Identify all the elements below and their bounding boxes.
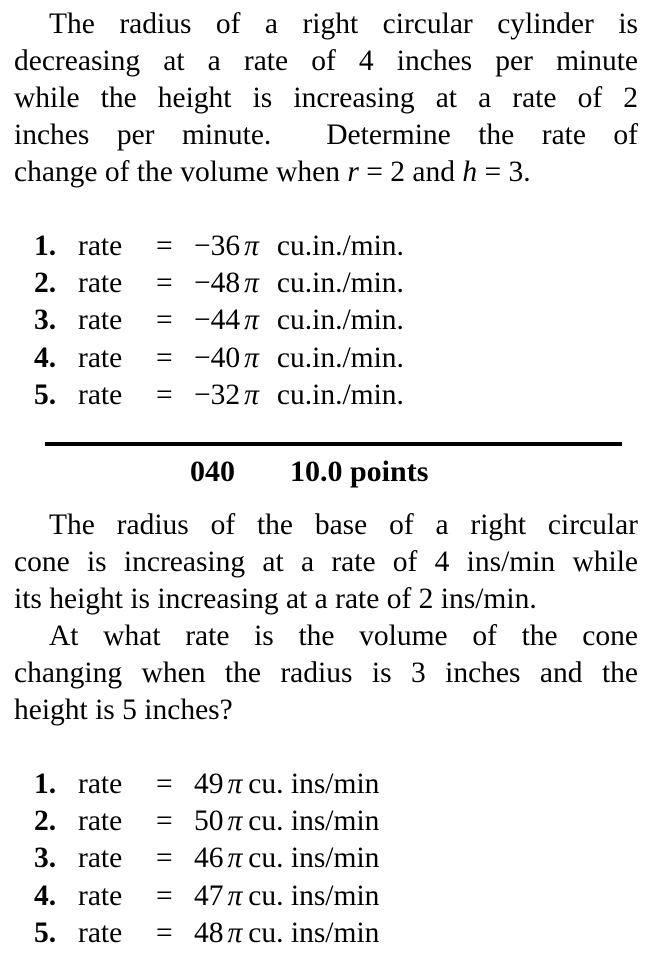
choice-item[interactable]: 2. rate = −48 π cu.in./min. [34, 265, 404, 302]
problem-b-line: The radius of the base of a right circul… [49, 509, 638, 541]
choice-label: rate [78, 842, 123, 875]
pi-symbol: π [244, 304, 259, 337]
choice-item[interactable]: 5. rate = 48 π cu. ins/min [34, 915, 379, 952]
equals-sign: = [156, 768, 173, 800]
problem-b-choices: 1. rate = 49 π cu. ins/min 2. rate = 50 … [34, 766, 379, 952]
problem-a-last-prefix: change of the volume when [14, 156, 348, 188]
equals-sign: = [156, 341, 173, 374]
choice-value: −44 [194, 304, 241, 337]
choice-label: rate [78, 230, 123, 262]
choice-label: rate [78, 304, 123, 337]
choice-unit: cu.in./min. [276, 304, 404, 337]
problem-a-line: change of the volume when r = 2 and h = … [14, 154, 638, 191]
choice-label: rate [78, 805, 123, 838]
choice-unit: cu.in./min. [276, 378, 404, 411]
choice-item[interactable]: 5. rate = −32 π cu.in./min. [34, 377, 404, 414]
pi-symbol: π [227, 916, 243, 949]
pi-symbol: π [227, 768, 243, 800]
choice-unit: cu.in./min. [276, 341, 404, 374]
choice-item[interactable]: 3. rate = 46 π cu. ins/min [34, 840, 379, 877]
choice-label: rate [78, 768, 123, 800]
choice-value: 46 [194, 842, 224, 875]
choice-number: 2. [34, 805, 57, 838]
choice-number: 3. [34, 304, 57, 337]
choice-number: 4. [34, 879, 57, 912]
choice-item[interactable]: 3. rate = −44 π cu.in./min. [34, 302, 404, 339]
choice-value: −48 [194, 267, 241, 300]
choice-item[interactable]: 4. rate = −40 π cu.in./min. [34, 340, 404, 377]
problem-a-line: inches per minute. Determine the rate of [14, 119, 638, 151]
choice-value: 48 [194, 916, 224, 949]
problem-a-line: The radius of a right circular cylinder … [49, 8, 638, 40]
equals-sign: = [156, 842, 173, 875]
equals-sign: = [156, 805, 173, 838]
choice-unit: cu. ins/min [248, 879, 380, 912]
choice-value: 49 [194, 768, 224, 800]
equals-sign: = [156, 304, 173, 337]
question-points: 10.0 points [290, 455, 429, 488]
variable-r: r [347, 156, 359, 188]
question-divider [45, 442, 622, 446]
choice-unit: cu. ins/min [248, 768, 380, 800]
problem-b-line: height is 5 inches? [14, 694, 233, 726]
choice-label: rate [78, 916, 123, 949]
problem-b-line: changing when the radius is 3 inches and… [14, 657, 638, 689]
choice-value: −40 [194, 341, 241, 374]
variable-h: h [462, 156, 478, 188]
pi-symbol: π [244, 341, 259, 374]
choice-unit: cu.in./min. [276, 230, 404, 262]
document-page: The radius of a right circular cylinder … [0, 0, 654, 956]
equals-sign: = [156, 879, 173, 912]
equals-sign: = [156, 916, 173, 949]
choice-number: 4. [34, 341, 57, 374]
pi-symbol: π [227, 879, 243, 912]
equals-r: = 2 and [358, 156, 463, 188]
choice-label: rate [78, 879, 123, 912]
equals-h: = 3. [477, 156, 531, 188]
choice-unit: cu.in./min. [276, 267, 404, 300]
pi-symbol: π [244, 230, 259, 262]
pi-symbol: π [227, 805, 243, 838]
choice-item[interactable]: 1. rate = −36 π cu.in./min. [34, 228, 404, 265]
choice-number: 5. [34, 916, 57, 949]
choice-unit: cu. ins/min [248, 842, 380, 875]
question-number: 040 [190, 455, 235, 488]
choice-value: −36 [194, 230, 241, 262]
problem-b-line: At what rate is the volume of the cone [49, 620, 638, 652]
choice-unit: cu. ins/min [248, 916, 380, 949]
choice-number: 2. [34, 267, 57, 300]
pi-symbol: π [244, 378, 259, 411]
choice-item[interactable]: 2. rate = 50 π cu. ins/min [34, 803, 379, 840]
choice-number: 1. [34, 230, 57, 262]
choice-unit: cu. ins/min [248, 805, 380, 838]
pi-symbol: π [227, 842, 243, 875]
choice-label: rate [78, 267, 123, 300]
problem-a-line: while the height is increasing at a rate… [14, 82, 638, 114]
problem-b-line: cone is increasing at a rate of 4 ins/mi… [14, 546, 638, 578]
choice-number: 3. [34, 842, 57, 875]
problem-a-choices: 1. rate = −36 π cu.in./min. 2. rate = −4… [34, 228, 404, 414]
choice-value: 47 [194, 879, 224, 912]
equals-sign: = [156, 230, 173, 262]
choice-number: 5. [34, 378, 57, 411]
pi-symbol: π [244, 267, 259, 300]
problem-b-line: its height is increasing at a rate of 2 … [14, 583, 537, 615]
choice-label: rate [78, 378, 123, 411]
choice-value: 50 [194, 805, 224, 838]
problem-b-text: The radius of the base of a right circul… [14, 507, 638, 729]
problem-a-text: The radius of a right circular cylinder … [14, 6, 638, 191]
choice-item[interactable]: 1. rate = 49 π cu. ins/min [34, 766, 379, 803]
equals-sign: = [156, 267, 173, 300]
problem-a-line: decreasing at a rate of 4 inches per min… [14, 45, 638, 77]
choice-label: rate [78, 341, 123, 374]
choice-item[interactable]: 4. rate = 47 π cu. ins/min [34, 878, 379, 915]
equals-sign: = [156, 378, 173, 411]
choice-number: 1. [34, 768, 57, 800]
choice-value: −32 [194, 378, 241, 411]
